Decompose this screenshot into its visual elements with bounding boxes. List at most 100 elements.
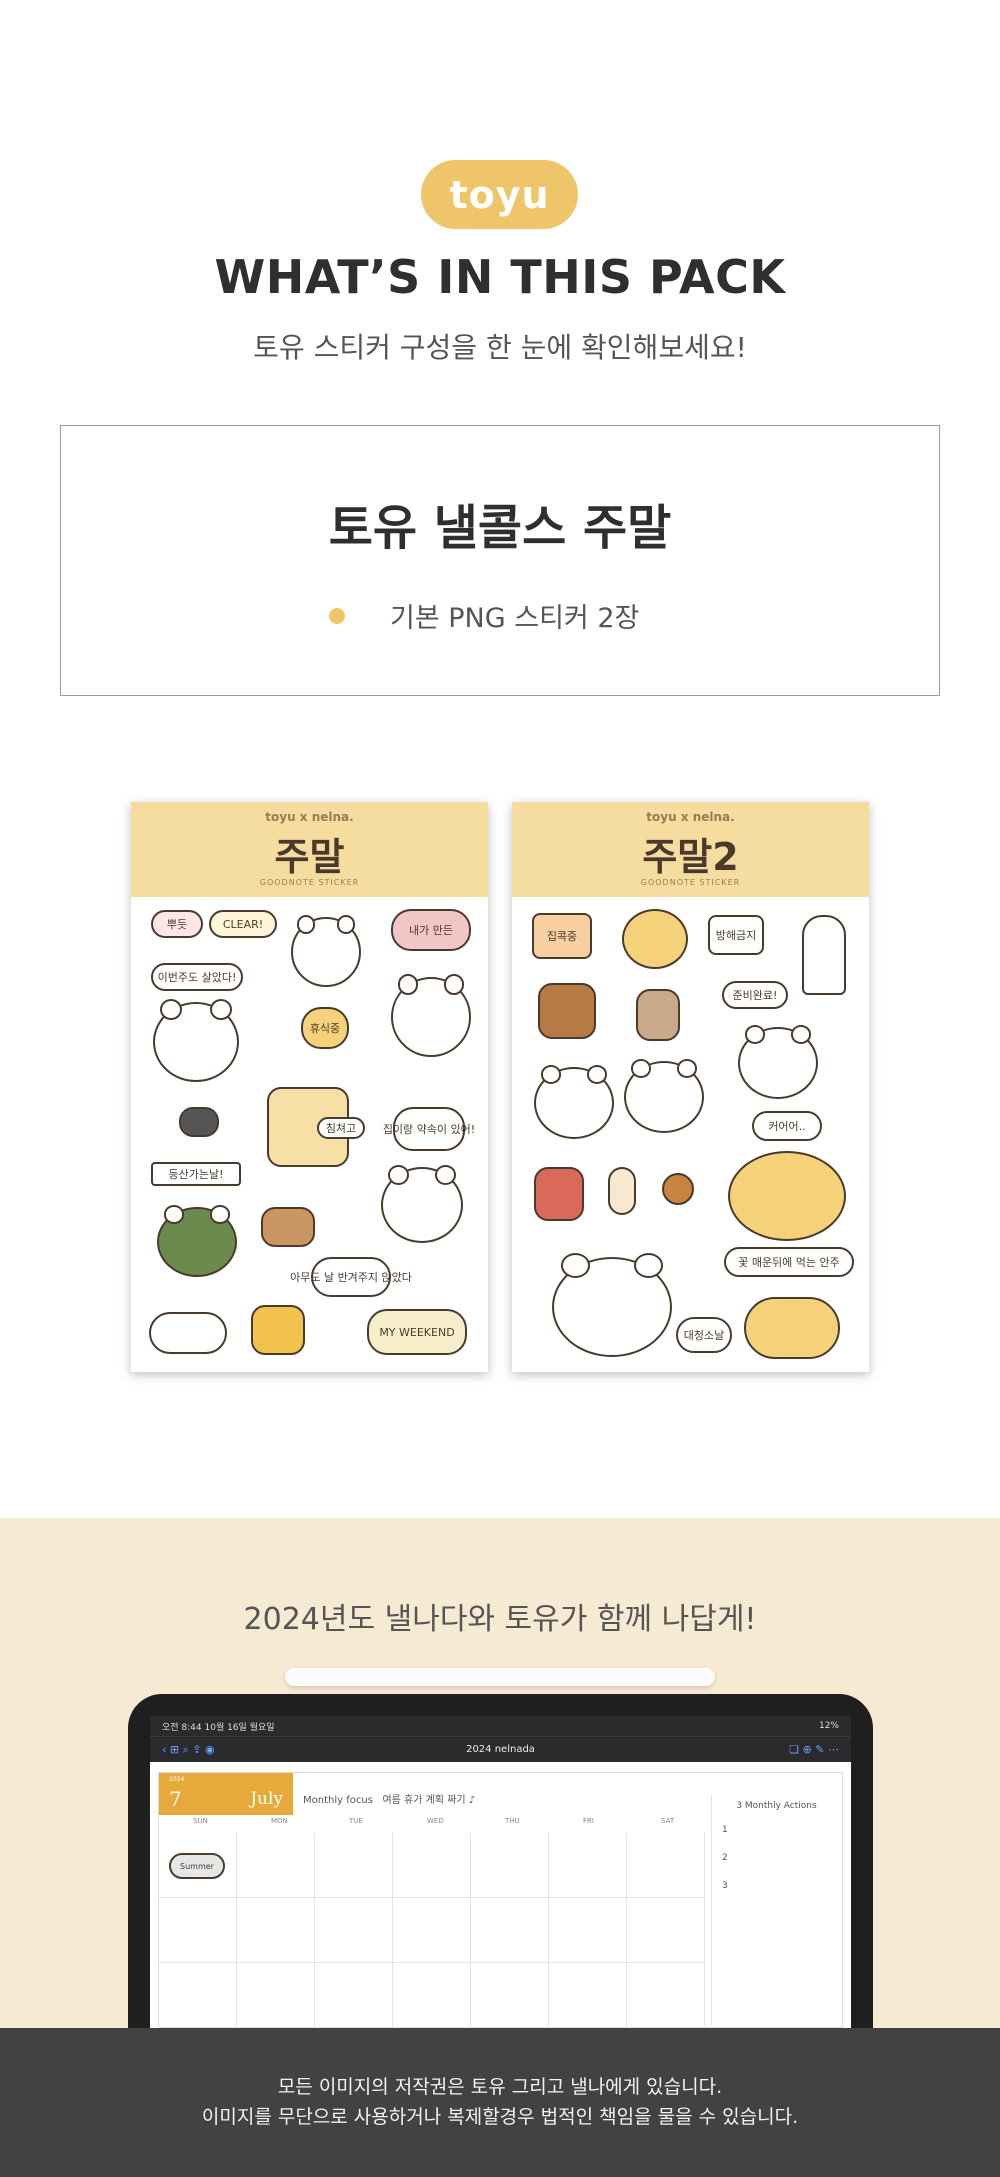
basket-sticker (538, 983, 596, 1039)
bear-eating-sticker (738, 1024, 818, 1099)
goodnotes-toolbar: ‹ ⊞ ⌕ ⇪ ◉ 2024 nelnada ❏ ⊕ ✎ ⋯ (150, 1736, 851, 1762)
bear-bath-sticker (744, 1297, 840, 1359)
sticker-label: 뿌듯 (151, 910, 203, 938)
calendar-cell (393, 1963, 471, 2028)
pack-item: 기본 PNG 스티커 2장 (329, 596, 639, 635)
weekday-label: MON (271, 1817, 288, 1825)
sticker-label: 대청소날 (676, 1317, 732, 1353)
year-label: 2024 (169, 1776, 185, 1783)
bear-hiker-sticker (157, 1205, 237, 1277)
lunchbox-sticker (261, 1207, 315, 1247)
calendar-cell (237, 1833, 315, 1898)
planner-page: 2024 7 July Monthly focus 여름 휴가 계획 짜기 ♪ … (158, 1772, 843, 2028)
toyu-logo: toyu (421, 160, 578, 229)
sticker-label: 방해금지 (708, 915, 764, 955)
calendar-cell: Summer (159, 1833, 237, 1898)
calendar-cell (393, 1833, 471, 1898)
bed-sticker (622, 909, 688, 969)
calendar-cell (393, 1898, 471, 1963)
weekday-label: SAT (661, 1817, 675, 1825)
calendar-cell (159, 1898, 237, 1963)
calendar-cell (315, 1833, 393, 1898)
weekday-label: TUE (349, 1817, 363, 1825)
month-name: July (250, 1789, 283, 1809)
month-number: 7 (169, 1787, 182, 1811)
copyright-warning: 이미지를 무단으로 사용하거나 복제할경우 법적인 책임을 물을 수 있습니다. (201, 2106, 799, 2128)
action-number: 3 (722, 1881, 728, 1891)
sticker-label: 이번주도 살았다! (151, 963, 243, 991)
sticker-label: 집콕중 (532, 913, 592, 959)
sticker-label: 집이랑 약속이 있어! (383, 1107, 475, 1151)
calendar-grid: Summer (159, 1833, 707, 2028)
sheet-stickers: 뿌듯 CLEAR! 내가 만든 이번주도 살았다! 휴식중 집이랑 약속이 있어… (131, 897, 488, 1372)
bear-painter-sticker (391, 974, 471, 1057)
actions-title: 3 Monthly Actions (736, 1801, 817, 1811)
calendar-cell (627, 1963, 705, 2028)
sticker-label: 준비완료! (722, 981, 788, 1009)
copyright-line: 모든 이미지의 저작권은 토유 그리고 낼나에게 있습니다. (277, 2076, 723, 2098)
weekday-label: THU (505, 1817, 520, 1825)
bear-sleeping-sticker (728, 1151, 846, 1241)
bear-cleaning-sticker (552, 1253, 672, 1357)
sheet-title: 주말2 (642, 835, 739, 879)
door-hanger-sticker (802, 915, 846, 995)
calendar-cell (549, 1963, 627, 2028)
calendar-cell (471, 1898, 549, 1963)
monthly-actions-panel: 3 Monthly Actions 1 2 3 (711, 1795, 841, 2025)
calendar-cell (315, 1963, 393, 2028)
bear-sticker (624, 1058, 704, 1133)
sticker-label: Summer (169, 1853, 225, 1879)
monthly-focus-value: 여름 휴가 계획 짜기 ♪ (382, 1795, 476, 1806)
sticker-label: 내가 만든 (391, 909, 471, 951)
weekday-label: SUN (193, 1817, 208, 1825)
weekday-label: FRI (583, 1817, 594, 1825)
sheet-header: toyu x nelna. 주말 GOODNOTE STICKER (131, 802, 488, 897)
calendar-cell (471, 1963, 549, 2028)
plate-sticker (149, 1312, 227, 1354)
status-bar: 오전 8:44 10월 16일 월요일 12% (150, 1716, 851, 1736)
bullet-icon (329, 607, 345, 624)
pack-contents-box: 토유 낼콜스 주말 기본 PNG 스티커 2장 (60, 425, 940, 696)
back-icon: ‹ ⊞ ⌕ ⇪ ◉ (162, 1743, 215, 1756)
sheet-stickers: 집콕중 방해금지 준비완료! 커어어.. 꽃 매운뒤에 먹는 안주 대청소날 (512, 897, 869, 1372)
bag-sticker (636, 989, 680, 1041)
month-header: 2024 7 July (159, 1773, 293, 1815)
sheet-subtitle: GOODNOTE STICKER (259, 878, 360, 887)
ipad-screen: 오전 8:44 10월 16일 월요일 12% ‹ ⊞ ⌕ ⇪ ◉ 2024 n… (150, 1716, 851, 2028)
calendar-cell (627, 1833, 705, 1898)
weekday-label: WED (427, 1817, 444, 1825)
sticker-sheet-weekend: toyu x nelna. 주말 GOODNOTE STICKER 뿌듯 CLE… (131, 802, 488, 1372)
sticker-label: CLEAR! (209, 910, 277, 938)
battery-status: 12% (818, 1721, 839, 1731)
copyright-footer: 모든 이미지의 저작권은 토유 그리고 낼나에게 있습니다. 이미지를 무단으로… (0, 2028, 1000, 2177)
calendar-cell (237, 1963, 315, 2028)
calendar-cell (471, 1833, 549, 1898)
sticker-label: 커어어.. (752, 1111, 822, 1141)
bear-chef-sticker (291, 915, 361, 987)
sheet-header: toyu x nelna. 주말2 GOODNOTE STICKER (512, 802, 869, 897)
sheet-brand: toyu x nelna. (265, 810, 354, 824)
sticker-label: 꽃 매운뒤에 먹는 안주 (724, 1247, 854, 1277)
sticker-label: 아무도 날 반겨주지 않았다 (290, 1257, 412, 1297)
panda-sticker (381, 1164, 463, 1243)
calendar-cell (237, 1898, 315, 1963)
panda-sticker (534, 1064, 614, 1139)
calendar-cell (159, 1963, 237, 2028)
calendar-cell (315, 1898, 393, 1963)
sticker-sheet-weekend-2: toyu x nelna. 주말2 GOODNOTE STICKER 집콕중 방… (512, 802, 869, 1372)
pack-title: 토유 낼콜스 주말 (328, 500, 672, 556)
drink-sticker (608, 1167, 636, 1215)
sheet-title: 주말 (274, 835, 345, 879)
status-time: 오전 8:44 10월 16일 월요일 (162, 1722, 275, 1733)
chicken-sticker (662, 1173, 694, 1205)
pack-overview-section: toyu WHAT’S IN THIS PACK 토유 스티커 구성을 한 눈에… (0, 0, 1000, 1518)
page-subtitle: 토유 스티커 구성을 한 눈에 확인해보세요! (253, 331, 747, 364)
monthly-focus-label: Monthly focus (303, 1795, 373, 1806)
sticker-label: 휴식중 (301, 1007, 349, 1049)
calendar-cell (549, 1833, 627, 1898)
promo-section: 2024년도 낼나다와 토유가 함께 나답게! 오전 8:44 10월 16일 … (0, 1518, 1000, 2028)
sticker-label: MY WEEKEND (367, 1309, 467, 1355)
sheet-subtitle: GOODNOTE STICKER (640, 878, 741, 887)
sticker-label: 등산가는날! (151, 1162, 241, 1186)
tablet-sticker (179, 1107, 219, 1137)
